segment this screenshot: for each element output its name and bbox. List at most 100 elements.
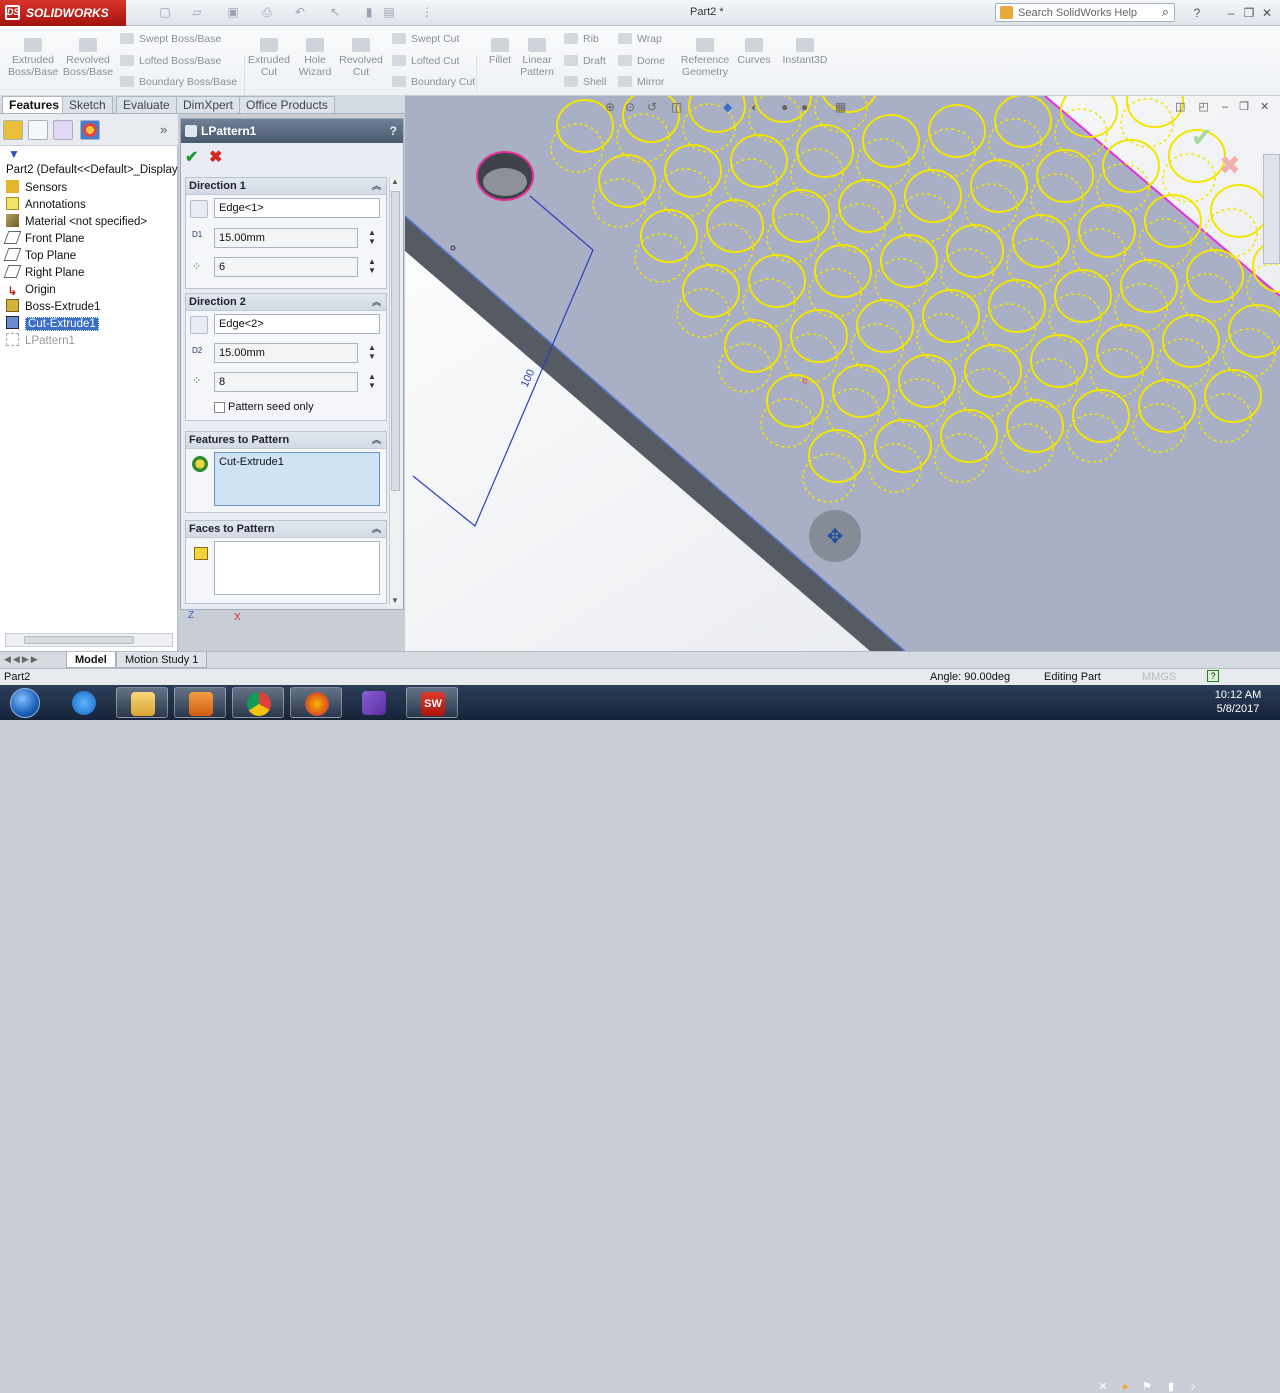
ok-icon[interactable]: ✔ bbox=[185, 147, 198, 167]
reverse-direction-icon[interactable] bbox=[190, 200, 208, 218]
status-units[interactable]: MMGS bbox=[1142, 669, 1176, 685]
reference-geometry-button[interactable]: Reference Geometry bbox=[678, 38, 732, 78]
task-pane-tabs[interactable] bbox=[1263, 154, 1280, 264]
direction2-header[interactable]: Direction 2 ︽ bbox=[186, 294, 386, 311]
dome-button[interactable]: Dome bbox=[618, 55, 665, 67]
taskbar-firefox[interactable] bbox=[290, 687, 342, 718]
status-help-icon[interactable]: ? bbox=[1207, 670, 1219, 682]
tab-scroll-arrows[interactable]: ◀◀▶▶ bbox=[4, 654, 40, 665]
taskbar-chrome[interactable] bbox=[232, 687, 284, 718]
feature-manager-icon[interactable] bbox=[3, 120, 23, 140]
options-icon[interactable]: ⋮ bbox=[420, 5, 434, 19]
direction1-spacing-input[interactable]: 15.00mm bbox=[214, 228, 358, 248]
zoom-area-icon[interactable]: ⊙ bbox=[625, 100, 635, 114]
extruded-boss-button[interactable]: Extruded Boss/Base bbox=[8, 38, 58, 78]
instances1-spinner[interactable]: ▲ ▼ bbox=[368, 257, 376, 275]
pattern-seed-only-checkbox[interactable] bbox=[214, 402, 225, 413]
collapse-icon[interactable]: ︽ bbox=[372, 178, 381, 195]
help-icon[interactable]: ? bbox=[1188, 4, 1206, 22]
print-icon[interactable]: ⎙ bbox=[260, 5, 274, 19]
draft-button[interactable]: Draft bbox=[564, 55, 606, 67]
rebuild-icon[interactable]: ▮ bbox=[362, 5, 376, 19]
split-icon[interactable]: ◰ bbox=[1198, 101, 1208, 113]
tree-item-annotations[interactable]: Annotations bbox=[6, 197, 86, 214]
zoom-to-fit-icon[interactable]: ⊕ bbox=[605, 100, 615, 114]
fillet-button[interactable]: Fillet bbox=[484, 38, 516, 66]
features-selection-box[interactable]: Cut-Extrude1 bbox=[214, 452, 380, 506]
property-manager-scrollbar[interactable]: ▲ ▼ bbox=[389, 177, 401, 605]
spacing2-spinner[interactable]: ▲ ▼ bbox=[368, 343, 376, 361]
expand-panel-icon[interactable]: » bbox=[160, 122, 167, 137]
direction1-header[interactable]: Direction 1 ︽ bbox=[186, 178, 386, 195]
scroll-up-icon[interactable]: ▲ bbox=[391, 177, 399, 186]
view-orientation-icon[interactable]: ◆ bbox=[723, 100, 732, 114]
tab-features[interactable]: Features bbox=[2, 96, 67, 113]
shell-button[interactable]: Shell bbox=[564, 76, 606, 88]
tree-root[interactable]: Part2 (Default<<Default>_Display bbox=[6, 162, 178, 179]
revolved-cut-button[interactable]: Revolved Cut bbox=[338, 38, 384, 78]
display-manager-icon[interactable] bbox=[80, 120, 100, 140]
taskbar-media[interactable] bbox=[174, 687, 226, 718]
boundary-boss-button[interactable]: Boundary Boss/Base bbox=[120, 76, 237, 88]
hide-show-icon[interactable]: ● bbox=[781, 100, 788, 114]
tree-item-front-plane[interactable]: Front Plane bbox=[3, 231, 84, 248]
lofted-cut-button[interactable]: Lofted Cut bbox=[392, 55, 459, 67]
collapse-icon[interactable]: ︽ bbox=[372, 432, 381, 449]
tree-item-sensors[interactable]: Sensors bbox=[6, 180, 67, 197]
instances2-spinner[interactable]: ▲ ▼ bbox=[368, 372, 376, 390]
direction2-instances-input[interactable]: 8 bbox=[214, 372, 358, 392]
tree-item-cut-extrude1[interactable]: Cut-Extrude1 bbox=[6, 316, 99, 333]
spacing1-spinner[interactable]: ▲ ▼ bbox=[368, 228, 376, 246]
start-button[interactable] bbox=[4, 686, 44, 720]
save-icon[interactable]: ▣ bbox=[226, 5, 240, 19]
confirm-corner-ok-icon[interactable]: ✔ bbox=[1191, 122, 1213, 153]
restore-icon[interactable]: ❐ bbox=[1240, 4, 1258, 22]
property-manager-icon[interactable] bbox=[28, 120, 48, 140]
taskbar-visual-studio[interactable] bbox=[348, 687, 400, 718]
swept-boss-button[interactable]: Swept Boss/Base bbox=[120, 33, 221, 45]
tab-office-products[interactable]: Office Products bbox=[239, 96, 335, 113]
linear-pattern-button[interactable]: Linear Pattern bbox=[516, 38, 558, 78]
graphics-area[interactable]: 100 ✥ ⊕ ⊙ ↺ ◫ ◆ ◐ ● ● ▦ ◫ ◰ – ❐ ✕ ✔ ✖ Z bbox=[405, 96, 1280, 651]
tree-item-top-plane[interactable]: Top Plane bbox=[3, 248, 76, 265]
taskbar-solidworks[interactable]: SW bbox=[406, 687, 458, 718]
direction1-edge-field[interactable]: Edge<1> bbox=[214, 198, 380, 218]
tray-battery-icon[interactable]: ▮ bbox=[1164, 1381, 1178, 1393]
undo-icon[interactable]: ↶ bbox=[293, 5, 307, 19]
display-style-icon[interactable]: ◐ bbox=[751, 100, 758, 114]
taskbar-clock[interactable]: 10:12 AM 5/8/2017 bbox=[1208, 688, 1268, 716]
tray-app-icon[interactable]: ● bbox=[1118, 1381, 1132, 1393]
reverse-direction-icon[interactable] bbox=[190, 316, 208, 334]
faces-to-pattern-header[interactable]: Faces to Pattern ︽ bbox=[186, 521, 386, 538]
file-properties-icon[interactable]: ▤ bbox=[382, 5, 396, 19]
tray-network-icon[interactable]: ✕ bbox=[1096, 1381, 1110, 1393]
viewport-restore-icon[interactable]: ❐ bbox=[1239, 101, 1249, 113]
tree-item-material[interactable]: Material <not specified> bbox=[6, 214, 147, 231]
features-to-pattern-header[interactable]: Features to Pattern ︽ bbox=[186, 432, 386, 449]
minimize-icon[interactable]: – bbox=[1222, 4, 1240, 22]
appearance-icon[interactable]: ● bbox=[801, 100, 808, 114]
tile-icon[interactable]: ◫ bbox=[1175, 101, 1185, 113]
view-settings-icon[interactable]: ▦ bbox=[835, 100, 846, 114]
close-icon[interactable]: ✕ bbox=[1258, 4, 1276, 22]
extruded-cut-button[interactable]: Extruded Cut bbox=[246, 38, 292, 78]
configuration-manager-icon[interactable] bbox=[53, 120, 73, 140]
collapse-icon[interactable]: ︽ bbox=[372, 294, 381, 311]
select-icon[interactable]: ↖ bbox=[328, 5, 342, 19]
instant3d-button[interactable]: Instant3D bbox=[780, 38, 830, 66]
help-icon[interactable]: ? bbox=[390, 119, 397, 143]
previous-view-icon[interactable]: ↺ bbox=[647, 100, 657, 114]
viewport-minimize-icon[interactable]: – bbox=[1222, 101, 1228, 113]
direction2-spacing-input[interactable]: 15.00mm bbox=[214, 343, 358, 363]
wrap-button[interactable]: Wrap bbox=[618, 33, 662, 45]
open-icon[interactable]: ▱ bbox=[190, 5, 204, 19]
rib-button[interactable]: Rib bbox=[564, 33, 599, 45]
scroll-down-icon[interactable]: ▼ bbox=[391, 596, 399, 605]
drag-handle[interactable]: ✥ bbox=[809, 510, 861, 562]
tab-model[interactable]: Model bbox=[66, 652, 116, 668]
mirror-button[interactable]: Mirror bbox=[618, 76, 664, 88]
boundary-cut-button[interactable]: Boundary Cut bbox=[392, 76, 475, 88]
tray-volume-icon[interactable]: ♪ bbox=[1186, 1381, 1200, 1393]
collapse-icon[interactable]: ︽ bbox=[372, 521, 381, 538]
filter-icon[interactable]: ▼ bbox=[8, 147, 20, 161]
